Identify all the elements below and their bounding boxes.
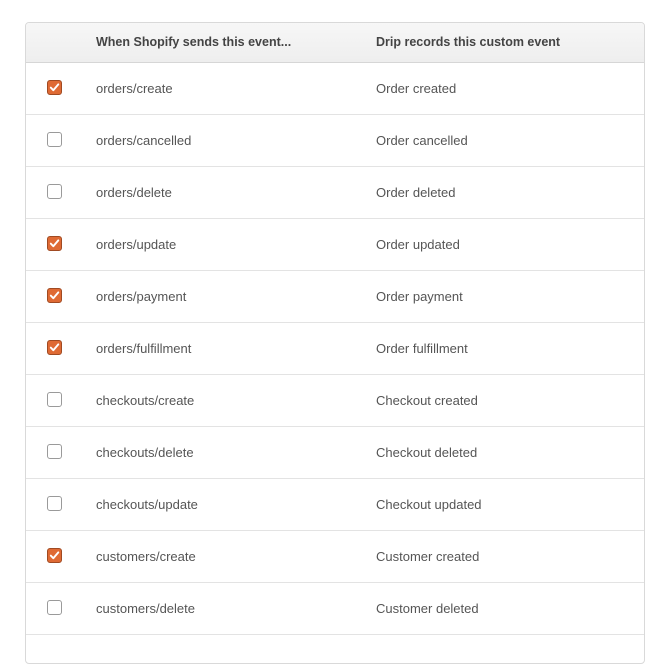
shopify-event-name: orders/cancelled — [96, 133, 192, 148]
drip-custom-event-name: Customer created — [376, 549, 480, 564]
drip-custom-event-name: Order cancelled — [376, 133, 468, 148]
table-row: checkouts/delete Checkout deleted — [26, 427, 644, 479]
drip-custom-event-name: Order created — [376, 81, 457, 96]
checkmark-icon — [49, 239, 60, 248]
table-row: orders/cancelled Order cancelled — [26, 115, 644, 167]
column-header-drip-event: Drip records this custom event — [376, 35, 561, 49]
event-checkbox[interactable] — [47, 184, 62, 199]
shopify-event-name: orders/delete — [96, 185, 172, 200]
event-checkbox[interactable] — [47, 80, 62, 95]
shopify-event-name: orders/payment — [96, 289, 187, 304]
drip-custom-event-name: Checkout created — [376, 393, 478, 408]
table-header: When Shopify sends this event... Drip re… — [26, 23, 644, 63]
checkmark-icon — [49, 83, 60, 92]
event-checkbox[interactable] — [47, 392, 62, 407]
shopify-event-name: customers/create — [96, 549, 196, 564]
event-checkbox[interactable] — [47, 236, 62, 251]
drip-custom-event-name: Order payment — [376, 289, 463, 304]
column-header-shopify-event: When Shopify sends this event... — [96, 35, 292, 49]
event-checkbox[interactable] — [47, 600, 62, 615]
table-row: customers/delete Customer deleted — [26, 583, 644, 635]
shopify-event-name: customers/delete — [96, 601, 195, 616]
table-row: orders/delete Order deleted — [26, 167, 644, 219]
event-checkbox[interactable] — [47, 444, 62, 459]
drip-custom-event-name: Checkout deleted — [376, 445, 478, 460]
checkmark-icon — [49, 551, 60, 560]
checkmark-icon — [49, 343, 60, 352]
drip-custom-event-name: Customer deleted — [376, 601, 479, 616]
table-row: customers/create Customer created — [26, 531, 644, 583]
drip-custom-event-name: Order fulfillment — [376, 341, 468, 356]
event-checkbox[interactable] — [47, 288, 62, 303]
shopify-event-name: checkouts/create — [96, 393, 195, 408]
event-checkbox[interactable] — [47, 340, 62, 355]
table-row: orders/fulfillment Order fulfillment — [26, 323, 644, 375]
table-row: checkouts/update Checkout updated — [26, 479, 644, 531]
table-row: checkouts/create Checkout created — [26, 375, 644, 427]
drip-custom-event-name: Checkout updated — [376, 497, 482, 512]
event-checkbox[interactable] — [47, 548, 62, 563]
shopify-event-name: checkouts/delete — [96, 445, 194, 460]
event-checkbox[interactable] — [47, 496, 62, 511]
shopify-event-name: checkouts/update — [96, 497, 198, 512]
table-row: orders/create Order created — [26, 63, 644, 115]
drip-custom-event-name: Order updated — [376, 237, 460, 252]
table-row: orders/payment Order payment — [26, 271, 644, 323]
table-row: orders/update Order updated — [26, 219, 644, 271]
event-checkbox[interactable] — [47, 132, 62, 147]
event-mapping-table: When Shopify sends this event... Drip re… — [25, 22, 645, 664]
shopify-event-name: orders/fulfillment — [96, 341, 192, 356]
shopify-event-name: orders/update — [96, 237, 177, 252]
drip-custom-event-name: Order deleted — [376, 185, 456, 200]
table-body: orders/create Order created orders/cancell… — [26, 63, 644, 635]
shopify-event-name: orders/create — [96, 81, 173, 96]
checkmark-icon — [49, 291, 60, 300]
